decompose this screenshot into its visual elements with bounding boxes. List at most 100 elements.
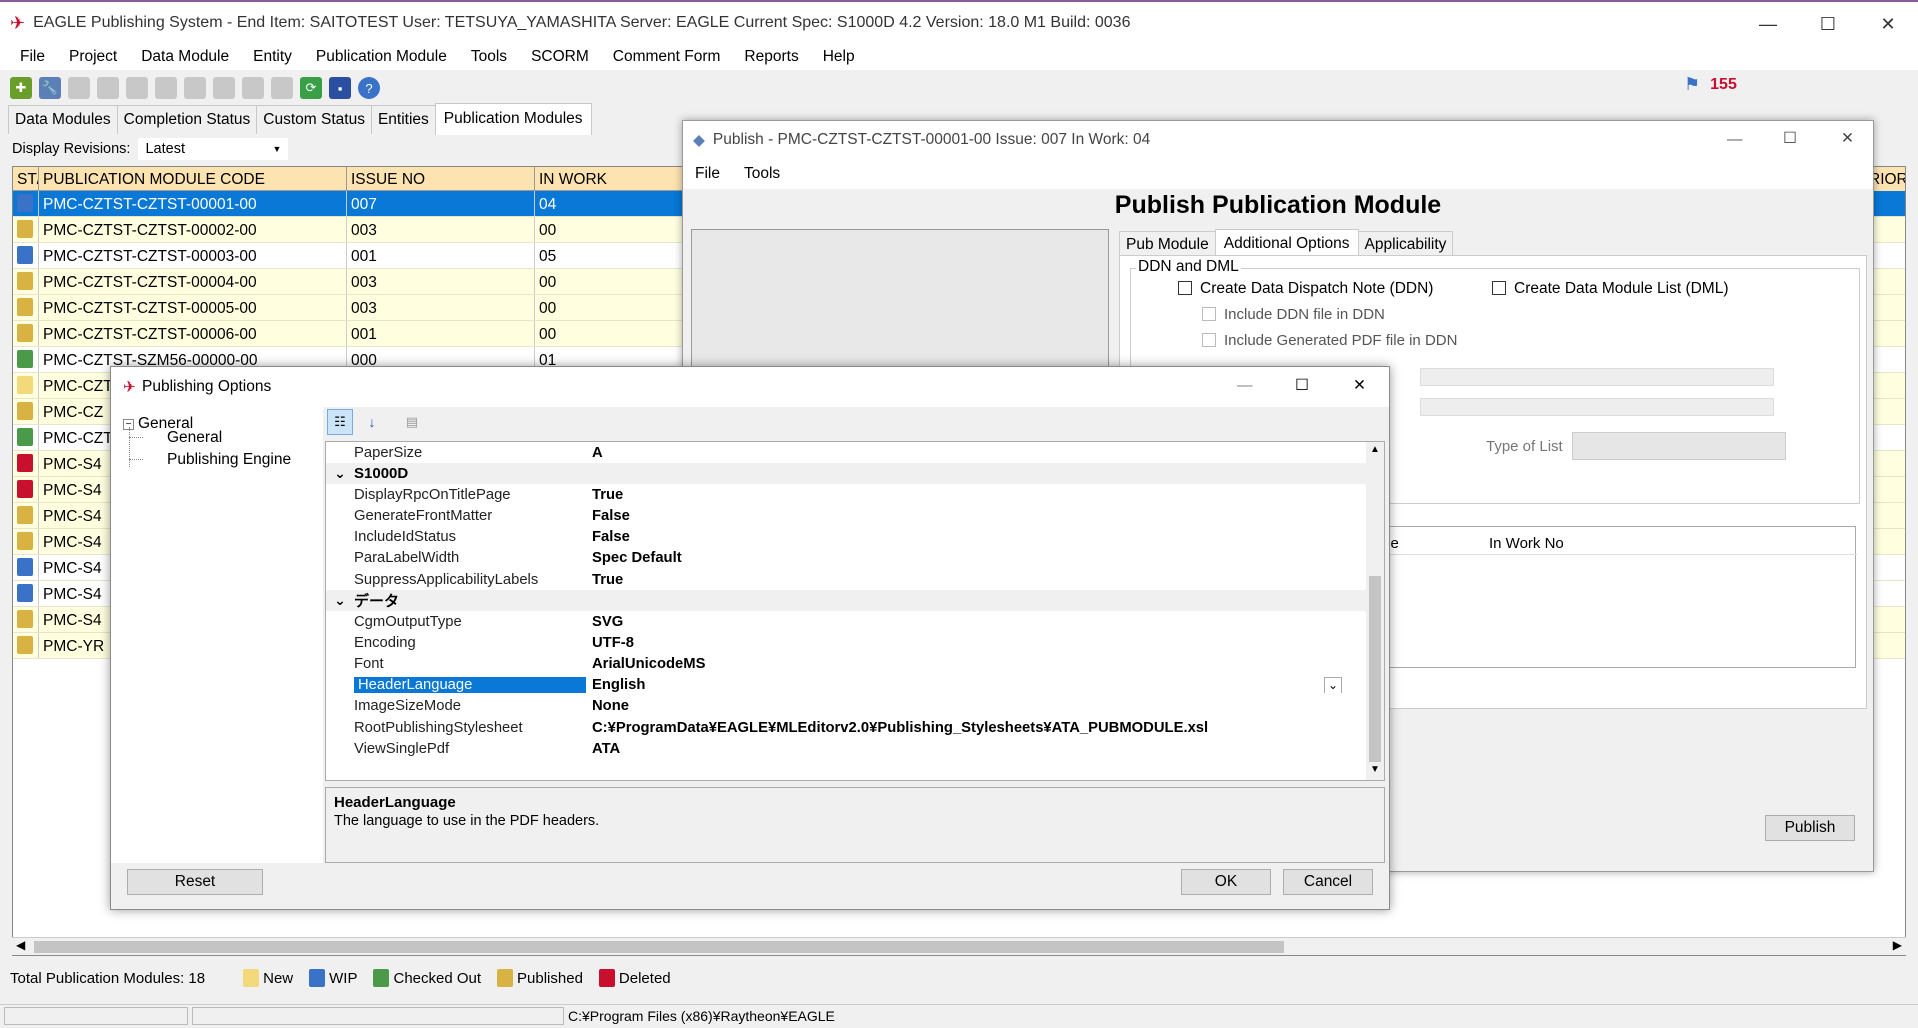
property-row[interactable]: Font ArialUnicodeMS <box>326 654 1366 675</box>
property-row[interactable]: DisplayRpcOnTitlePage True <box>326 484 1366 505</box>
publish-button[interactable]: Publish <box>1765 815 1855 841</box>
menu-file[interactable]: File <box>0 48 57 66</box>
maximize-button[interactable]: ☐ <box>1798 2 1858 46</box>
menu-reports[interactable]: Reports <box>732 48 810 66</box>
ddn-checkbox-row[interactable]: Create Data Dispatch Note (DDN) <box>1178 280 1433 298</box>
close-button[interactable]: ✕ <box>1858 2 1918 46</box>
display-revisions-select[interactable]: Latest ▼ <box>138 138 289 160</box>
property-value[interactable]: None <box>586 698 1346 714</box>
property-pages-icon[interactable]: ▤ <box>399 409 425 435</box>
property-value[interactable]: Spec Default <box>586 550 1346 566</box>
alphabetical-icon[interactable]: ↓ <box>359 409 385 435</box>
dml-checkbox[interactable] <box>1492 281 1506 295</box>
tab-completion-status[interactable]: Completion Status <box>116 105 258 134</box>
scroll-left-icon[interactable]: ◀ <box>16 938 25 952</box>
minimize-button[interactable]: — <box>1738 2 1798 46</box>
xml-icon[interactable] <box>155 77 177 99</box>
help-icon[interactable]: ? <box>358 77 380 99</box>
col-issue[interactable]: ISSUE NO <box>347 167 535 190</box>
property-row[interactable]: RootPublishingStylesheet C:¥ProgramData¥E… <box>326 717 1366 738</box>
scroll-down-icon[interactable]: ▼ <box>1370 764 1380 775</box>
document-icon[interactable] <box>126 77 148 99</box>
property-value[interactable]: English ⌄ <box>586 677 1346 694</box>
display-revisions: Display Revisions: Latest ▼ <box>12 138 289 160</box>
property-row[interactable]: PaperSize A <box>326 442 1366 463</box>
cancel-button[interactable]: Cancel <box>1283 869 1373 895</box>
publish-maximize-button[interactable]: ☐ <box>1783 129 1797 148</box>
property-value[interactable]: True <box>586 572 1346 588</box>
options-maximize-button[interactable]: ☐ <box>1295 376 1309 395</box>
refresh-icon[interactable]: ⟳ <box>300 77 322 99</box>
property-value[interactable]: ArialUnicodeMS <box>586 656 1346 672</box>
menu-comment-form[interactable]: Comment Form <box>601 48 733 66</box>
property-category[interactable]: ⌄ データ <box>326 590 1366 612</box>
property-row[interactable]: CgmOutputType SVG <box>326 611 1366 632</box>
property-row[interactable]: HeaderLanguage English ⌄ <box>326 675 1366 696</box>
chevron-down-icon[interactable]: ⌄ <box>326 592 354 609</box>
property-value[interactable]: A <box>586 445 1346 461</box>
property-category[interactable]: ⌄ S1000D <box>326 463 1366 485</box>
dml-checkbox-row[interactable]: Create Data Module List (DML) <box>1492 280 1729 298</box>
import-icon[interactable] <box>242 77 264 99</box>
dropdown-chevron-icon[interactable]: ⌄ <box>1324 677 1342 694</box>
col-code[interactable]: PUBLICATION MODULE CODE <box>39 167 347 190</box>
publish-menu-file[interactable]: File <box>683 165 732 183</box>
menu-publication-module[interactable]: Publication Module <box>304 48 459 66</box>
property-row[interactable]: IncludeIdStatus False <box>326 527 1366 548</box>
tools-icon[interactable] <box>184 77 206 99</box>
property-value[interactable]: UTF-8 <box>586 635 1346 651</box>
dml-col-inwork[interactable]: In Work No <box>1489 535 1564 552</box>
hscroll-thumb[interactable] <box>34 941 1284 953</box>
menu-scorm[interactable]: SCORM <box>519 48 601 66</box>
tab-publication-modules[interactable]: Publication Modules <box>434 103 592 135</box>
wrench-icon[interactable]: 🔧 <box>39 77 61 99</box>
property-value[interactable]: False <box>586 508 1346 524</box>
publish-close-button[interactable]: ✕ <box>1841 129 1854 148</box>
menu-project[interactable]: Project <box>57 48 129 66</box>
property-row[interactable]: GenerateFrontMatter False <box>326 505 1366 526</box>
property-value[interactable]: False <box>586 529 1346 545</box>
grid-hscrollbar[interactable]: ◀ ▶ <box>12 937 1906 955</box>
propgrid-vscrollbar[interactable]: ▲ ▼ <box>1366 442 1384 780</box>
ok-button[interactable]: OK <box>1181 869 1271 895</box>
property-row[interactable]: Encoding UTF-8 <box>326 632 1366 653</box>
property-row[interactable]: ViewSinglePdf ATA <box>326 738 1366 759</box>
menu-entity[interactable]: Entity <box>241 48 304 66</box>
categorized-icon[interactable]: ☷ <box>327 409 353 435</box>
tree-node-publishing-engine[interactable]: Publishing Engine <box>167 451 291 469</box>
menu-tools[interactable]: Tools <box>459 48 519 66</box>
property-row[interactable]: SuppressApplicabilityLabels True <box>326 569 1366 590</box>
tab-data-modules[interactable]: Data Modules <box>8 105 118 134</box>
property-row[interactable]: ImageSizeMode None <box>326 696 1366 717</box>
property-name: IncludeIdStatus <box>354 529 457 546</box>
search-icon[interactable] <box>97 77 119 99</box>
convert-icon[interactable] <box>213 77 235 99</box>
property-value[interactable]: C:¥ProgramData¥EAGLE¥MLEditorv2.0¥Publis… <box>586 720 1346 736</box>
ddn-checkbox[interactable] <box>1178 281 1192 295</box>
copy-icon[interactable] <box>68 77 90 99</box>
property-value[interactable]: ATA <box>586 741 1346 757</box>
publish-menu-tools[interactable]: Tools <box>732 165 792 183</box>
open-project-icon[interactable]: ✚ <box>10 77 32 99</box>
menu-help[interactable]: Help <box>811 48 867 66</box>
property-value[interactable]: SVG <box>586 614 1346 630</box>
menu-data-module[interactable]: Data Module <box>129 48 241 66</box>
options-close-button[interactable]: ✕ <box>1353 376 1366 395</box>
scroll-right-icon[interactable]: ▶ <box>1893 938 1902 952</box>
options-minimize-button[interactable]: — <box>1237 377 1253 395</box>
col-status[interactable]: ST/ <box>13 167 39 190</box>
property-row[interactable]: ParaLabelWidth Spec Default <box>326 548 1366 569</box>
save-icon[interactable]: ▪ <box>329 77 351 99</box>
chevron-down-icon[interactable]: ⌄ <box>326 465 354 482</box>
export-icon[interactable] <box>271 77 293 99</box>
notification-icon[interactable]: ⚑ <box>1684 74 1700 95</box>
scroll-up-icon[interactable]: ▲ <box>1370 444 1380 455</box>
tab-custom-status[interactable]: Custom Status <box>256 105 372 134</box>
property-value[interactable]: True <box>586 487 1346 503</box>
tab-entities[interactable]: Entities <box>370 105 436 134</box>
reset-button[interactable]: Reset <box>127 869 263 895</box>
publishing-options-dialog: ✈ Publishing Options — ☐ ✕ − General Gen… <box>110 366 1390 910</box>
publish-minimize-button[interactable]: — <box>1727 131 1743 149</box>
tree-node-general-child[interactable]: General <box>167 429 222 447</box>
vscroll-thumb[interactable] <box>1369 576 1381 762</box>
